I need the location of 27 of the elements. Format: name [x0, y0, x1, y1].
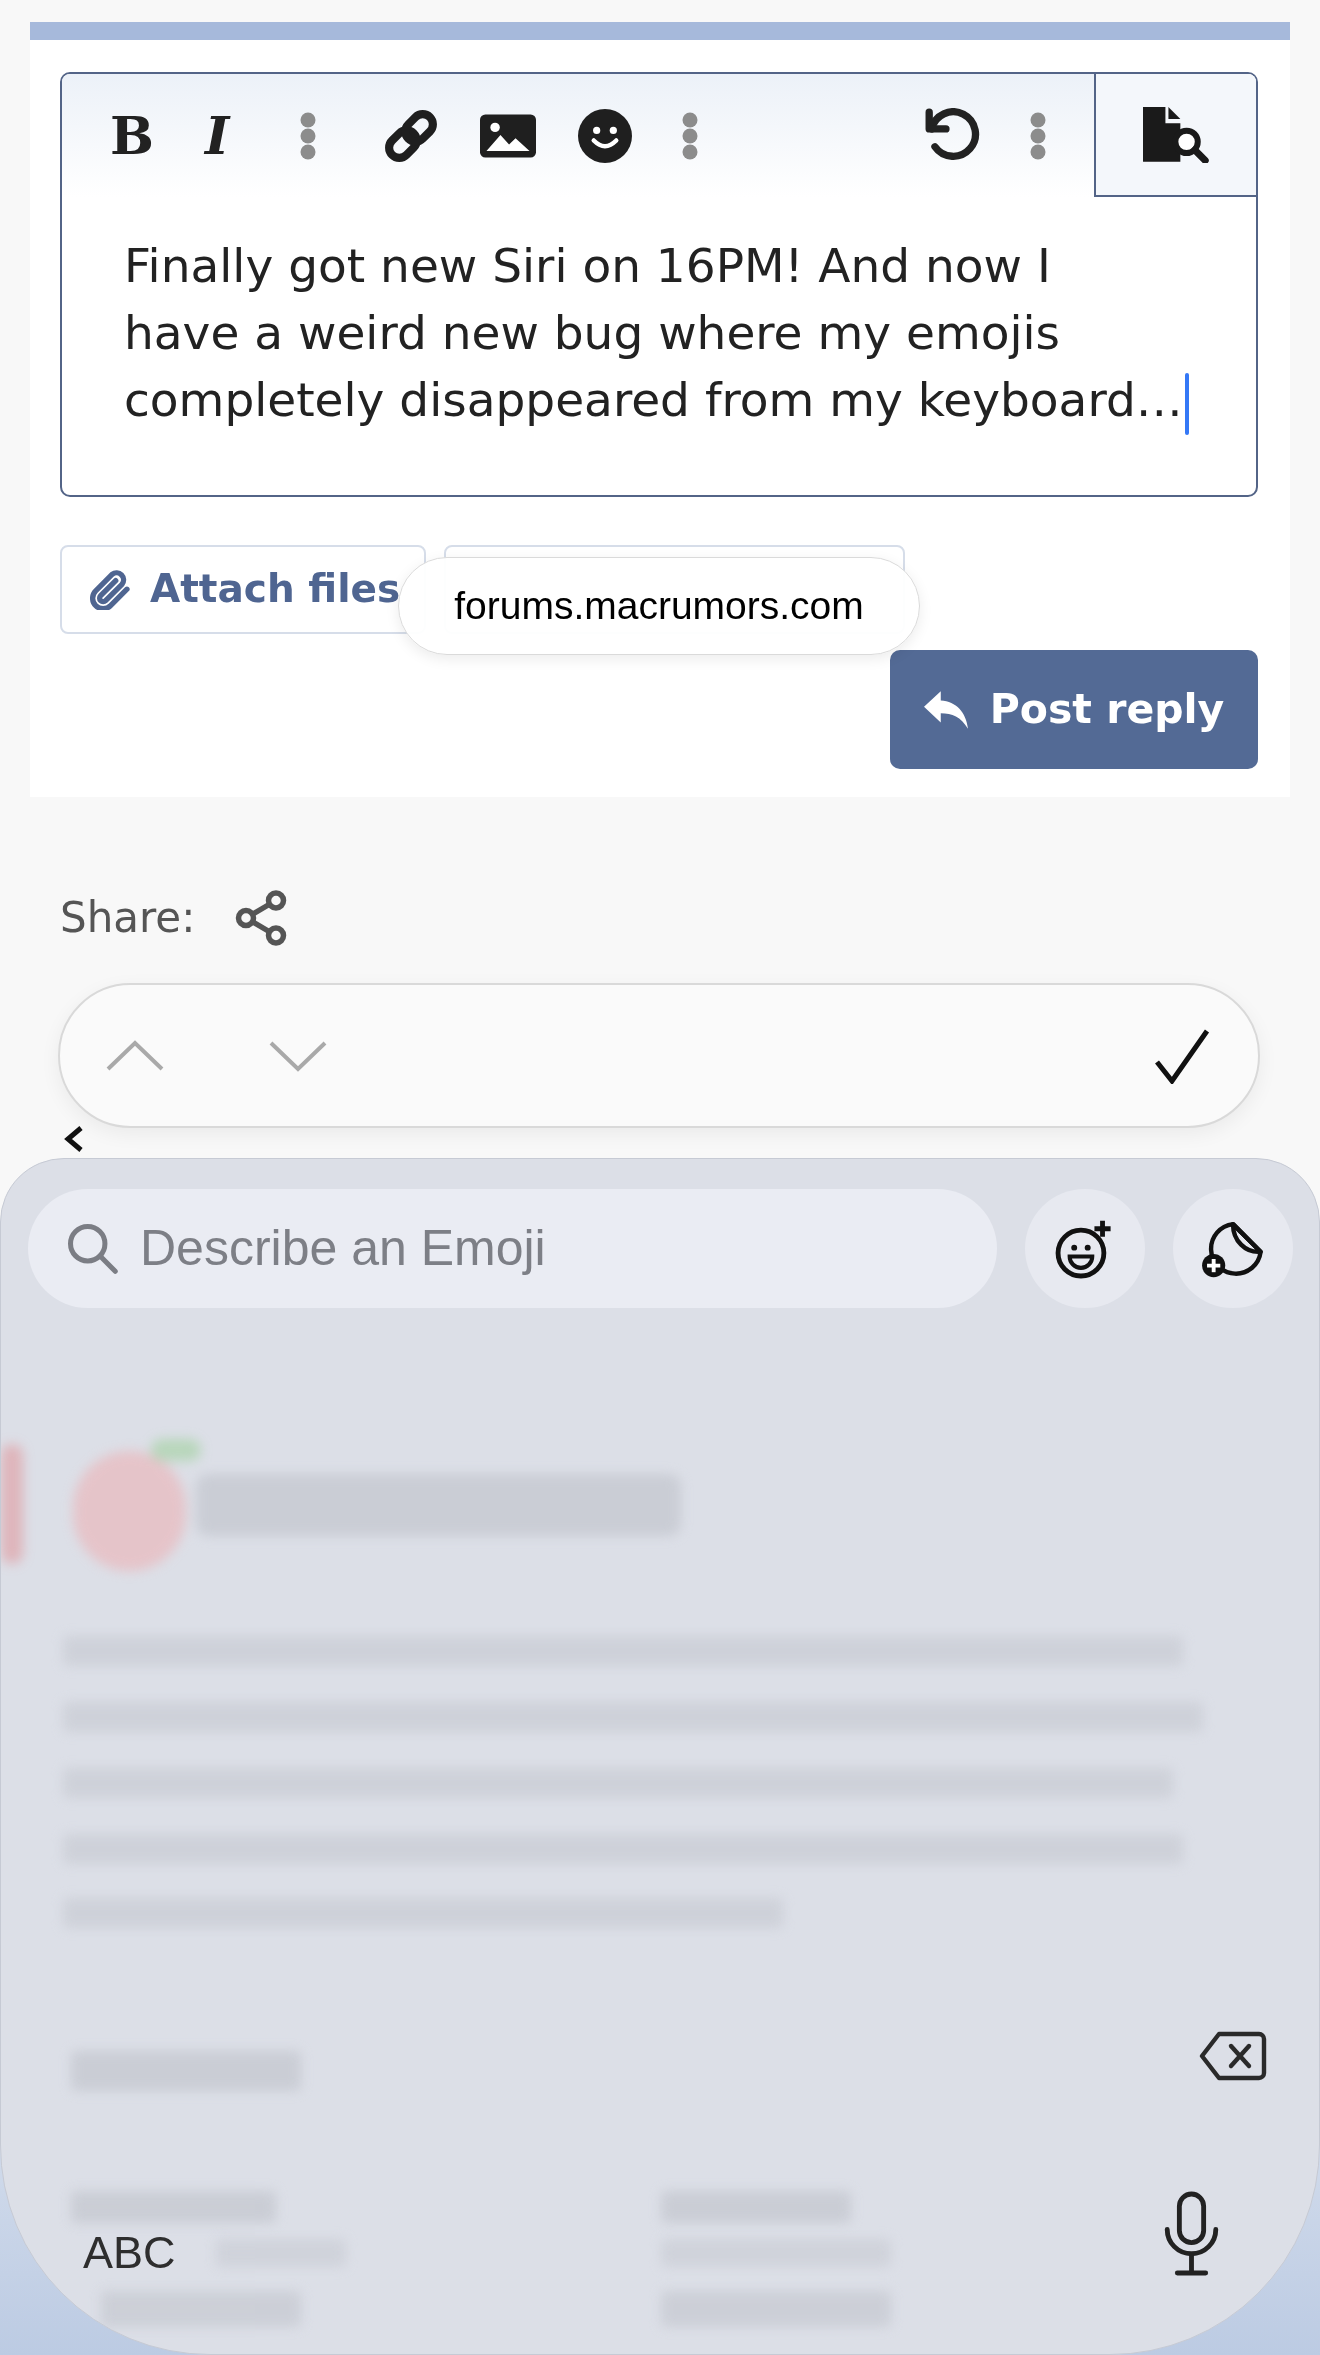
smiley-icon[interactable] [578, 108, 632, 163]
chevron-left-icon[interactable] [64, 1126, 84, 1152]
share-label: Share: [60, 892, 196, 944]
bold-button[interactable]: B [110, 109, 150, 162]
emoji-search-bar[interactable]: Describe an Emoji [28, 1189, 998, 1308]
image-icon[interactable] [480, 113, 536, 158]
attach-files-button[interactable]: Attach files [60, 545, 426, 634]
backspace-icon[interactable] [1199, 2029, 1267, 2083]
vertical-dots-icon[interactable] [1030, 111, 1046, 160]
reply-arrow-icon [923, 690, 968, 729]
microphone-icon[interactable] [1162, 2191, 1221, 2276]
document-search-icon [1143, 106, 1209, 163]
abc-key[interactable]: ABC [83, 2227, 176, 2279]
search-icon [68, 1223, 118, 1274]
checkmark-icon[interactable] [1154, 1027, 1210, 1084]
link-icon[interactable] [383, 107, 439, 164]
share-icon[interactable] [235, 889, 288, 946]
paperclip-icon [90, 569, 130, 610]
address-toast[interactable]: forums.macrumors.com [398, 557, 920, 655]
emoji-search-field[interactable]: Describe an Emoji [140, 1211, 958, 1286]
post-reply-button[interactable]: Post reply [890, 650, 1258, 769]
vertical-dots-icon[interactable] [682, 111, 698, 160]
message-text: Finally got new Siri on 16PM! And now I have a weird new bug where my emojis completely disappeared from my keyboard… [124, 238, 1183, 427]
vertical-dots-icon[interactable] [300, 111, 316, 160]
preview-button[interactable] [1094, 74, 1256, 197]
undo-icon[interactable] [925, 108, 980, 163]
italic-button[interactable]: I [205, 109, 243, 162]
